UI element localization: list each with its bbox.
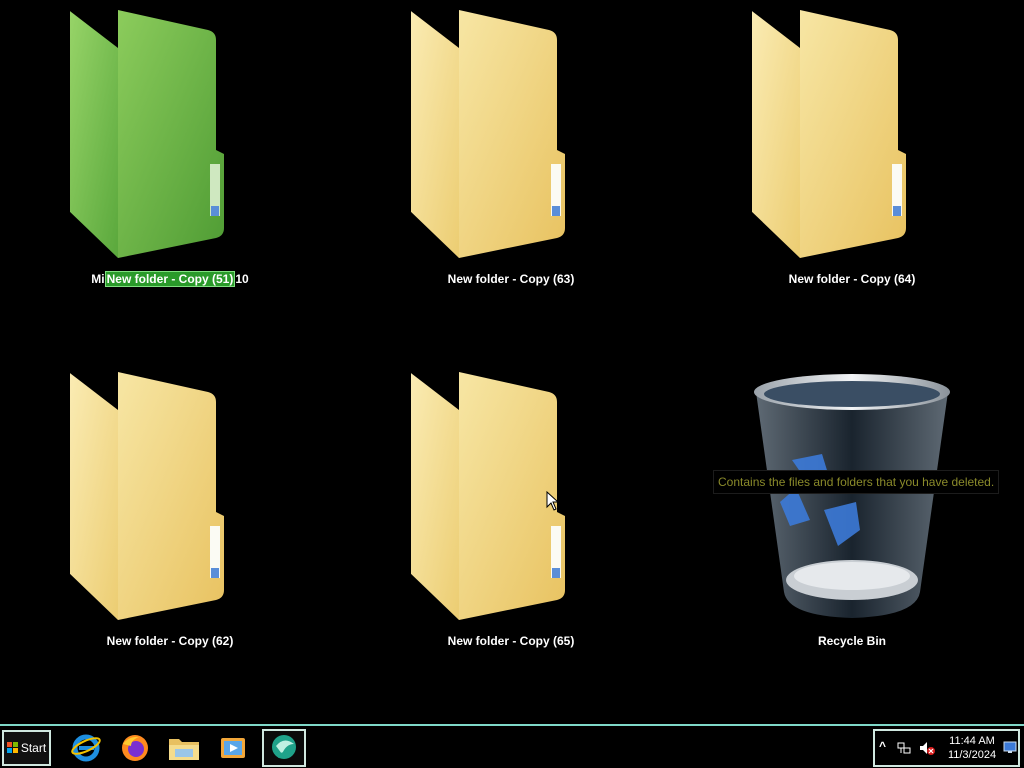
folder-icon xyxy=(411,10,565,258)
file-explorer-icon xyxy=(169,739,199,760)
media-player-icon xyxy=(221,738,245,758)
rename-input[interactable]: New folder - Copy (51) xyxy=(104,271,236,287)
taskbar-firefox[interactable] xyxy=(113,729,157,767)
taskbar-internet-explorer[interactable] xyxy=(64,729,108,767)
desktop-icon-folder-63[interactable]: New folder - Copy (63) xyxy=(411,8,611,298)
folder-icon xyxy=(70,372,224,620)
start-button[interactable]: Start xyxy=(2,730,51,766)
folder-icon xyxy=(752,10,906,258)
clock-date: 11/3/2024 xyxy=(947,749,997,761)
icon-label: New folder - Copy (65) xyxy=(447,634,575,648)
show-hidden-icons-button[interactable]: ^ xyxy=(879,739,886,753)
label-prefix: Mi xyxy=(91,272,105,286)
desktop[interactable]: Mi New folder - Copy (51) 10 New folder - … xyxy=(0,0,1024,724)
desktop-icon-recycle-bin[interactable]: Recycle Bin xyxy=(752,370,952,660)
system-tray: ^ 11:44 AM 11/3/2024 xyxy=(873,729,1020,767)
recycle-bin-icon xyxy=(754,374,950,618)
taskbar-media-player[interactable] xyxy=(211,729,255,767)
desktop-icon-folder-64[interactable]: New folder - Copy (64) xyxy=(752,8,952,298)
start-label: Start xyxy=(20,741,47,755)
folder-green-icon xyxy=(70,10,224,258)
clock-time: 11:44 AM xyxy=(949,735,995,747)
label-suffix: 10 xyxy=(235,272,249,286)
firefox-icon xyxy=(122,735,148,761)
app-icon xyxy=(272,735,296,759)
taskbar-file-explorer[interactable] xyxy=(162,729,206,767)
show-desktop-icon[interactable] xyxy=(1003,740,1017,754)
mouse-pointer-icon xyxy=(546,491,560,511)
desktop-icon-folder-65[interactable]: New folder - Copy (65) xyxy=(411,370,611,660)
desktop-icon-folder-62[interactable]: New folder - Copy (62) xyxy=(70,370,270,660)
network-icon[interactable] xyxy=(897,741,911,755)
folder-icon xyxy=(411,372,565,620)
taskbar-app[interactable] xyxy=(262,729,306,767)
recycle-bin-tooltip: Contains the files and folders that you … xyxy=(713,470,1000,494)
icon-label: Recycle Bin xyxy=(817,634,887,648)
clock[interactable]: 11:44 AM 11/3/2024 xyxy=(941,734,1003,762)
icon-label: New folder - Copy (62) xyxy=(106,634,234,648)
windows-logo-icon xyxy=(6,742,18,753)
icon-label: New folder - Copy (63) xyxy=(447,272,575,286)
taskbar: Start ^ 11:44 AM 11/3/2024 xyxy=(0,724,1024,768)
rename-field[interactable]: Mi New folder - Copy (51) 10 xyxy=(70,271,270,287)
icon-label: New folder - Copy (64) xyxy=(788,272,916,286)
volume-muted-icon[interactable] xyxy=(919,741,935,755)
desktop-icon-folder-51[interactable]: Mi New folder - Copy (51) 10 xyxy=(70,8,270,298)
internet-explorer-icon xyxy=(71,734,101,762)
